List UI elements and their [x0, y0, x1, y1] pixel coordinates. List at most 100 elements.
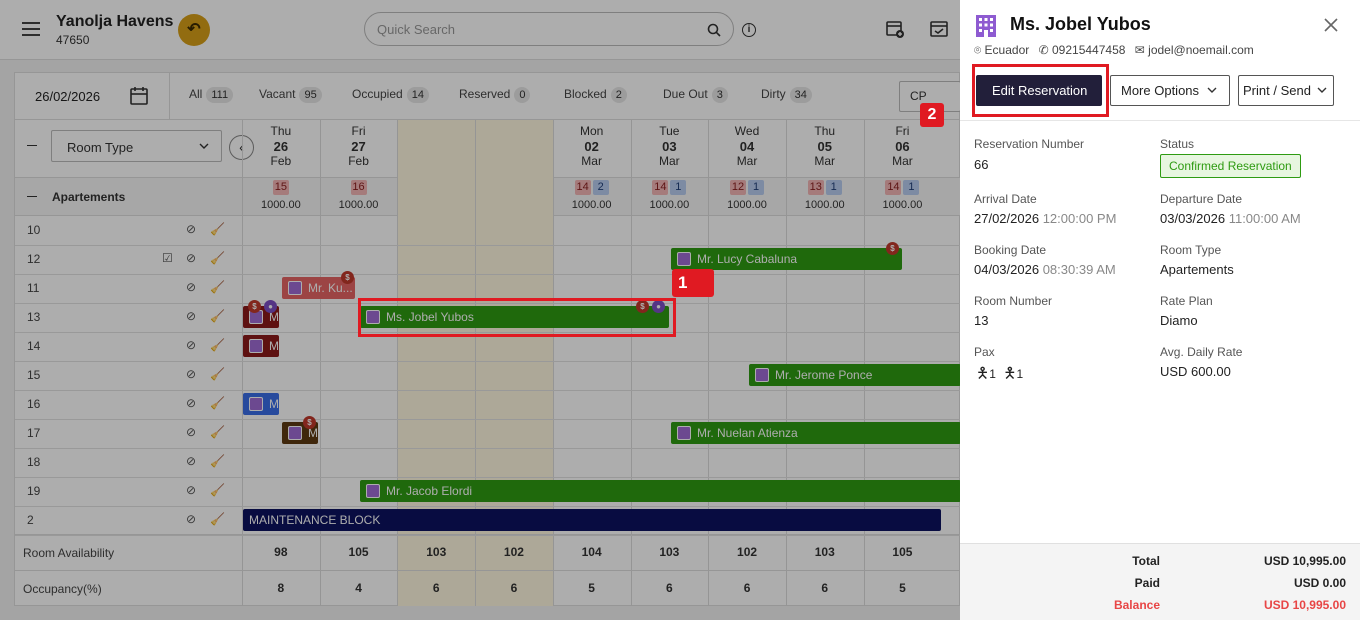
room-type-label: Room Type [1160, 243, 1222, 257]
status-badge: Confirmed Reservation [1160, 154, 1301, 178]
more-options-button[interactable]: More Options [1110, 75, 1230, 106]
pax-label: Pax [974, 345, 995, 359]
room-type-select-label: Room Type [67, 140, 134, 155]
broom-icon[interactable]: 🧹 [210, 425, 225, 439]
ban-icon[interactable]: ⊘ [186, 367, 196, 381]
broom-icon[interactable]: 🧹 [210, 309, 225, 323]
paid-label: Paid [1134, 576, 1160, 590]
room-number-label: Room Number [974, 294, 1053, 308]
menu-icon[interactable] [22, 22, 40, 36]
booking-bar-jacob[interactable]: Mr. Jacob Elordi [360, 480, 961, 502]
filter-label: Dirty [761, 87, 786, 101]
broom-icon[interactable]: 🧹 [210, 454, 225, 468]
print-send-label: Print / Send [1243, 83, 1311, 98]
calendar-icon[interactable] [129, 86, 149, 106]
guest-name: Ms. Jobel Yubos [1010, 14, 1151, 34]
ban-icon[interactable]: ⊘ [186, 338, 196, 352]
booking-name: Mr. Jerome Ponce [775, 368, 873, 382]
booking-name: Mr. Lucy Cabaluna [697, 252, 798, 266]
filter-dirty[interactable]: Dirty 34 [761, 87, 812, 103]
broom-icon[interactable]: 🧹 [210, 338, 225, 352]
occupancy-value: 6 [821, 581, 829, 595]
cp-label: CP [910, 89, 927, 103]
broom-icon[interactable]: 🧹 [210, 222, 225, 236]
back-icon[interactable]: ↶ [178, 14, 210, 46]
filter-vacant[interactable]: Vacant 95 [259, 87, 322, 103]
apartment-icon [755, 368, 769, 382]
arrival-date: 27/02/2026 12:00:00 PM [974, 211, 1116, 226]
ban-icon[interactable]: ⊘ [186, 512, 196, 526]
apartment-icon [249, 339, 263, 353]
pax: 🯅1 🯅1 [976, 363, 1023, 388]
filter-occupied[interactable]: Occupied 14 [352, 87, 429, 103]
availability-value: 103 [659, 545, 680, 559]
ban-icon[interactable]: ⊘ [186, 309, 196, 323]
availability-value: 98 [274, 545, 288, 559]
filter-due-out[interactable]: Due Out 3 [663, 87, 728, 103]
row-divider [15, 361, 961, 362]
booking-bar-jerome[interactable]: Mr. Jerome Ponce [749, 364, 961, 386]
ban-icon[interactable]: ⊘ [186, 454, 196, 468]
ban-icon[interactable]: ⊘ [186, 251, 196, 265]
booking-time-value: 08:30:39 AM [1042, 262, 1116, 277]
reservation-number: 66 [974, 157, 989, 172]
building-icon [976, 15, 996, 37]
reservation-number-label: Reservation Number [974, 137, 1085, 151]
search-icon[interactable] [707, 23, 721, 37]
step-marker-1: 1 [672, 269, 714, 297]
status-label: Status [1160, 137, 1195, 151]
ban-icon[interactable]: ⊘ [186, 425, 196, 439]
availability-value: 102 [737, 545, 758, 559]
calendar-check-icon[interactable] [929, 19, 949, 39]
filter-label: Occupied [352, 87, 403, 101]
booking-bar-m2[interactable]: M [243, 335, 279, 357]
broom-icon[interactable]: 🧹 [210, 280, 225, 294]
add-calendar-icon[interactable] [885, 19, 905, 39]
room-type: Apartements [1160, 262, 1234, 277]
room-number: 13 [974, 313, 989, 328]
adult-icon: 🯅 [976, 365, 990, 382]
totals-section: Total USD 10,995.00 Paid USD 0.00 Balanc… [960, 543, 1360, 620]
close-icon[interactable] [1322, 16, 1340, 34]
room-type-select[interactable]: Room Type [51, 130, 222, 162]
booking-bar-nuelan[interactable]: Mr. Nuelan Atienza [671, 422, 961, 444]
print-send-button[interactable]: Print / Send [1238, 75, 1334, 106]
chevron-down-icon [1317, 87, 1327, 93]
ban-icon[interactable]: ⊘ [186, 396, 196, 410]
ban-icon[interactable]: ⊘ [186, 483, 196, 497]
booking-bar-m3[interactable]: M [243, 393, 279, 415]
rate-plan-label: Rate Plan [1160, 294, 1213, 308]
step-marker-2: 2 [920, 103, 944, 127]
broom-icon[interactable]: 🧹 [210, 251, 225, 265]
broom-icon[interactable]: 🧹 [210, 367, 225, 381]
broom-icon[interactable]: 🧹 [210, 512, 225, 526]
filter-all[interactable]: All 111 [189, 87, 234, 103]
room-availability-label: Room Availability [23, 546, 115, 560]
filter-count: 2 [610, 87, 627, 103]
date-display[interactable]: 26/02/2026 [35, 89, 100, 104]
row-divider [15, 419, 961, 420]
collapse-group-icon[interactable] [27, 196, 37, 197]
contact-line: ⌾ Ecuador ✆ 09215447458 ✉ jodel@noemail.… [974, 43, 1254, 58]
maintenance-block-bar[interactable]: MAINTENANCE BLOCK [243, 509, 941, 531]
filter-reserved[interactable]: Reserved 0 [459, 87, 531, 103]
filter-count: 34 [789, 87, 812, 103]
info-icon[interactable]: i [742, 23, 756, 37]
collapse-all-icon[interactable] [27, 145, 37, 146]
booking-name: Mr. Nuelan Atienza [697, 426, 798, 440]
broom-icon[interactable]: 🧹 [210, 483, 225, 497]
ban-icon[interactable]: ⊘ [186, 280, 196, 294]
occupancy-value: 8 [277, 581, 285, 595]
hotel-name: Yanolja Havens [56, 13, 174, 30]
broom-icon[interactable]: 🧹 [210, 396, 225, 410]
search-input[interactable]: Quick Search [364, 12, 734, 46]
ban-icon[interactable]: ⊘ [186, 222, 196, 236]
occupancy-value: 4 [355, 581, 362, 595]
availability-value: 105 [348, 545, 369, 559]
arrival-time-value: 12:00:00 PM [1042, 211, 1117, 226]
location-icon: ⌾ [974, 43, 982, 57]
chevron-down-icon [1207, 87, 1217, 93]
filter-blocked[interactable]: Blocked 2 [564, 87, 627, 103]
check-icon[interactable]: ☑ [162, 251, 173, 265]
booking-bar-lucy[interactable]: Mr. Lucy Cabaluna [671, 248, 902, 270]
